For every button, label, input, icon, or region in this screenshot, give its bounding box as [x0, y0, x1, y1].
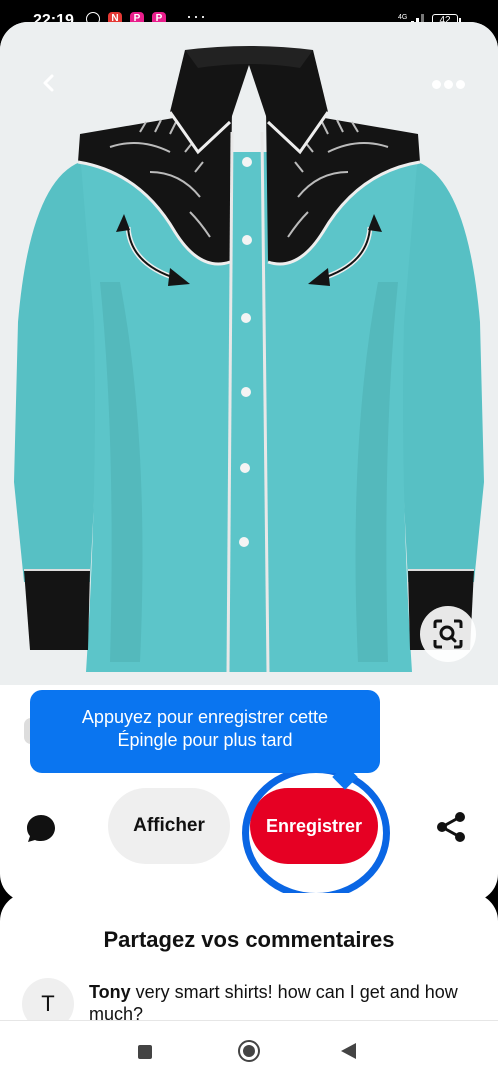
- comment-author[interactable]: Tony: [89, 982, 131, 1002]
- more-options-button[interactable]: [424, 72, 472, 96]
- pin-image[interactable]: [0, 22, 498, 685]
- home-button[interactable]: [238, 1040, 260, 1062]
- pin-closeup-screen: Afficher Enregistrer Appuyez pour enregi…: [0, 22, 498, 902]
- back-nav-button[interactable]: [341, 1043, 356, 1059]
- chevron-left-icon: [43, 74, 54, 92]
- shirt-illustration: [14, 46, 484, 673]
- share-icon[interactable]: [434, 810, 468, 844]
- save-tooltip[interactable]: Appuyez pour enregistrer cette Épingle p…: [30, 690, 380, 773]
- comment-text: Tony very smart shirts! how can I get an…: [89, 981, 469, 1025]
- system-navigation-bar: [0, 1020, 498, 1081]
- recent-apps-button[interactable]: [138, 1045, 152, 1059]
- comments-sheet: Partagez vos commentaires T Tony very sm…: [0, 893, 498, 1030]
- visual-search-button[interactable]: [420, 606, 476, 662]
- back-button[interactable]: [34, 68, 64, 98]
- dot-icon: [444, 80, 453, 89]
- highlight-ring: [242, 766, 390, 900]
- comment-icon[interactable]: [26, 813, 56, 843]
- tooltip-line: Épingle pour plus tard: [117, 730, 293, 750]
- lens-search-icon: [433, 619, 463, 649]
- dot-icon: [456, 80, 465, 89]
- comments-title: Partagez vos commentaires: [103, 927, 395, 952]
- comment-body: very smart shirts! how can I get and how…: [89, 982, 458, 1024]
- view-button[interactable]: Afficher: [108, 788, 230, 864]
- tooltip-line: Appuyez pour enregistrer cette: [81, 707, 329, 727]
- dot-icon: [432, 80, 441, 89]
